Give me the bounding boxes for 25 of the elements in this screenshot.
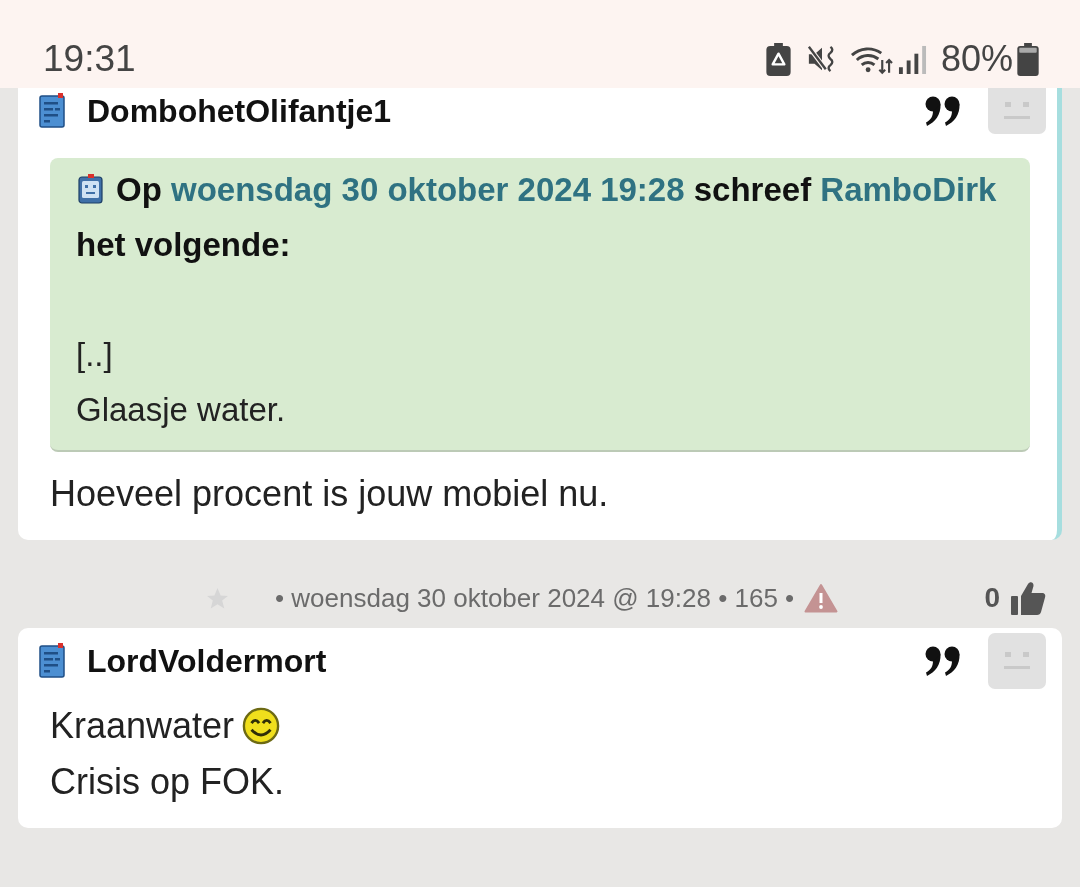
default-avatar-icon [988,633,1046,689]
thumbs-up-icon[interactable] [1010,580,1046,616]
status-time: 19:31 [43,38,136,80]
post-text: Kraanwater [50,704,235,748]
quote-icon[interactable] [925,645,961,677]
username[interactable]: DombohetOlifantje1 [87,92,925,130]
signal-icon [897,43,927,75]
default-avatar-icon [988,88,1046,134]
date-link[interactable]: woensdag 30 oktober 2024 19:28 [171,171,685,208]
post-text: Hoeveel procent is jouw mobiel nu. [50,472,609,516]
quote-icon[interactable] [925,95,961,127]
warning-icon[interactable] [804,583,839,613]
battery-icon [1016,42,1040,76]
username[interactable]: LordVoldermort [87,642,925,680]
battery-percentage: 80% [940,38,1013,80]
like-count: 0 [984,582,1000,614]
username-link[interactable]: RamboDirk [820,171,997,208]
battery-saver-icon [764,42,792,76]
post-text: Crisis op FOK. [50,760,285,804]
document-icon [38,643,68,679]
document-icon [38,93,68,129]
quote-text: Glaasje water. [76,391,286,428]
post-info: • woensdag 30 oktober 2024 @ 19:28 • 165 • [275,582,795,614]
device-icon [78,174,103,204]
quote-text: [..] [76,336,113,373]
